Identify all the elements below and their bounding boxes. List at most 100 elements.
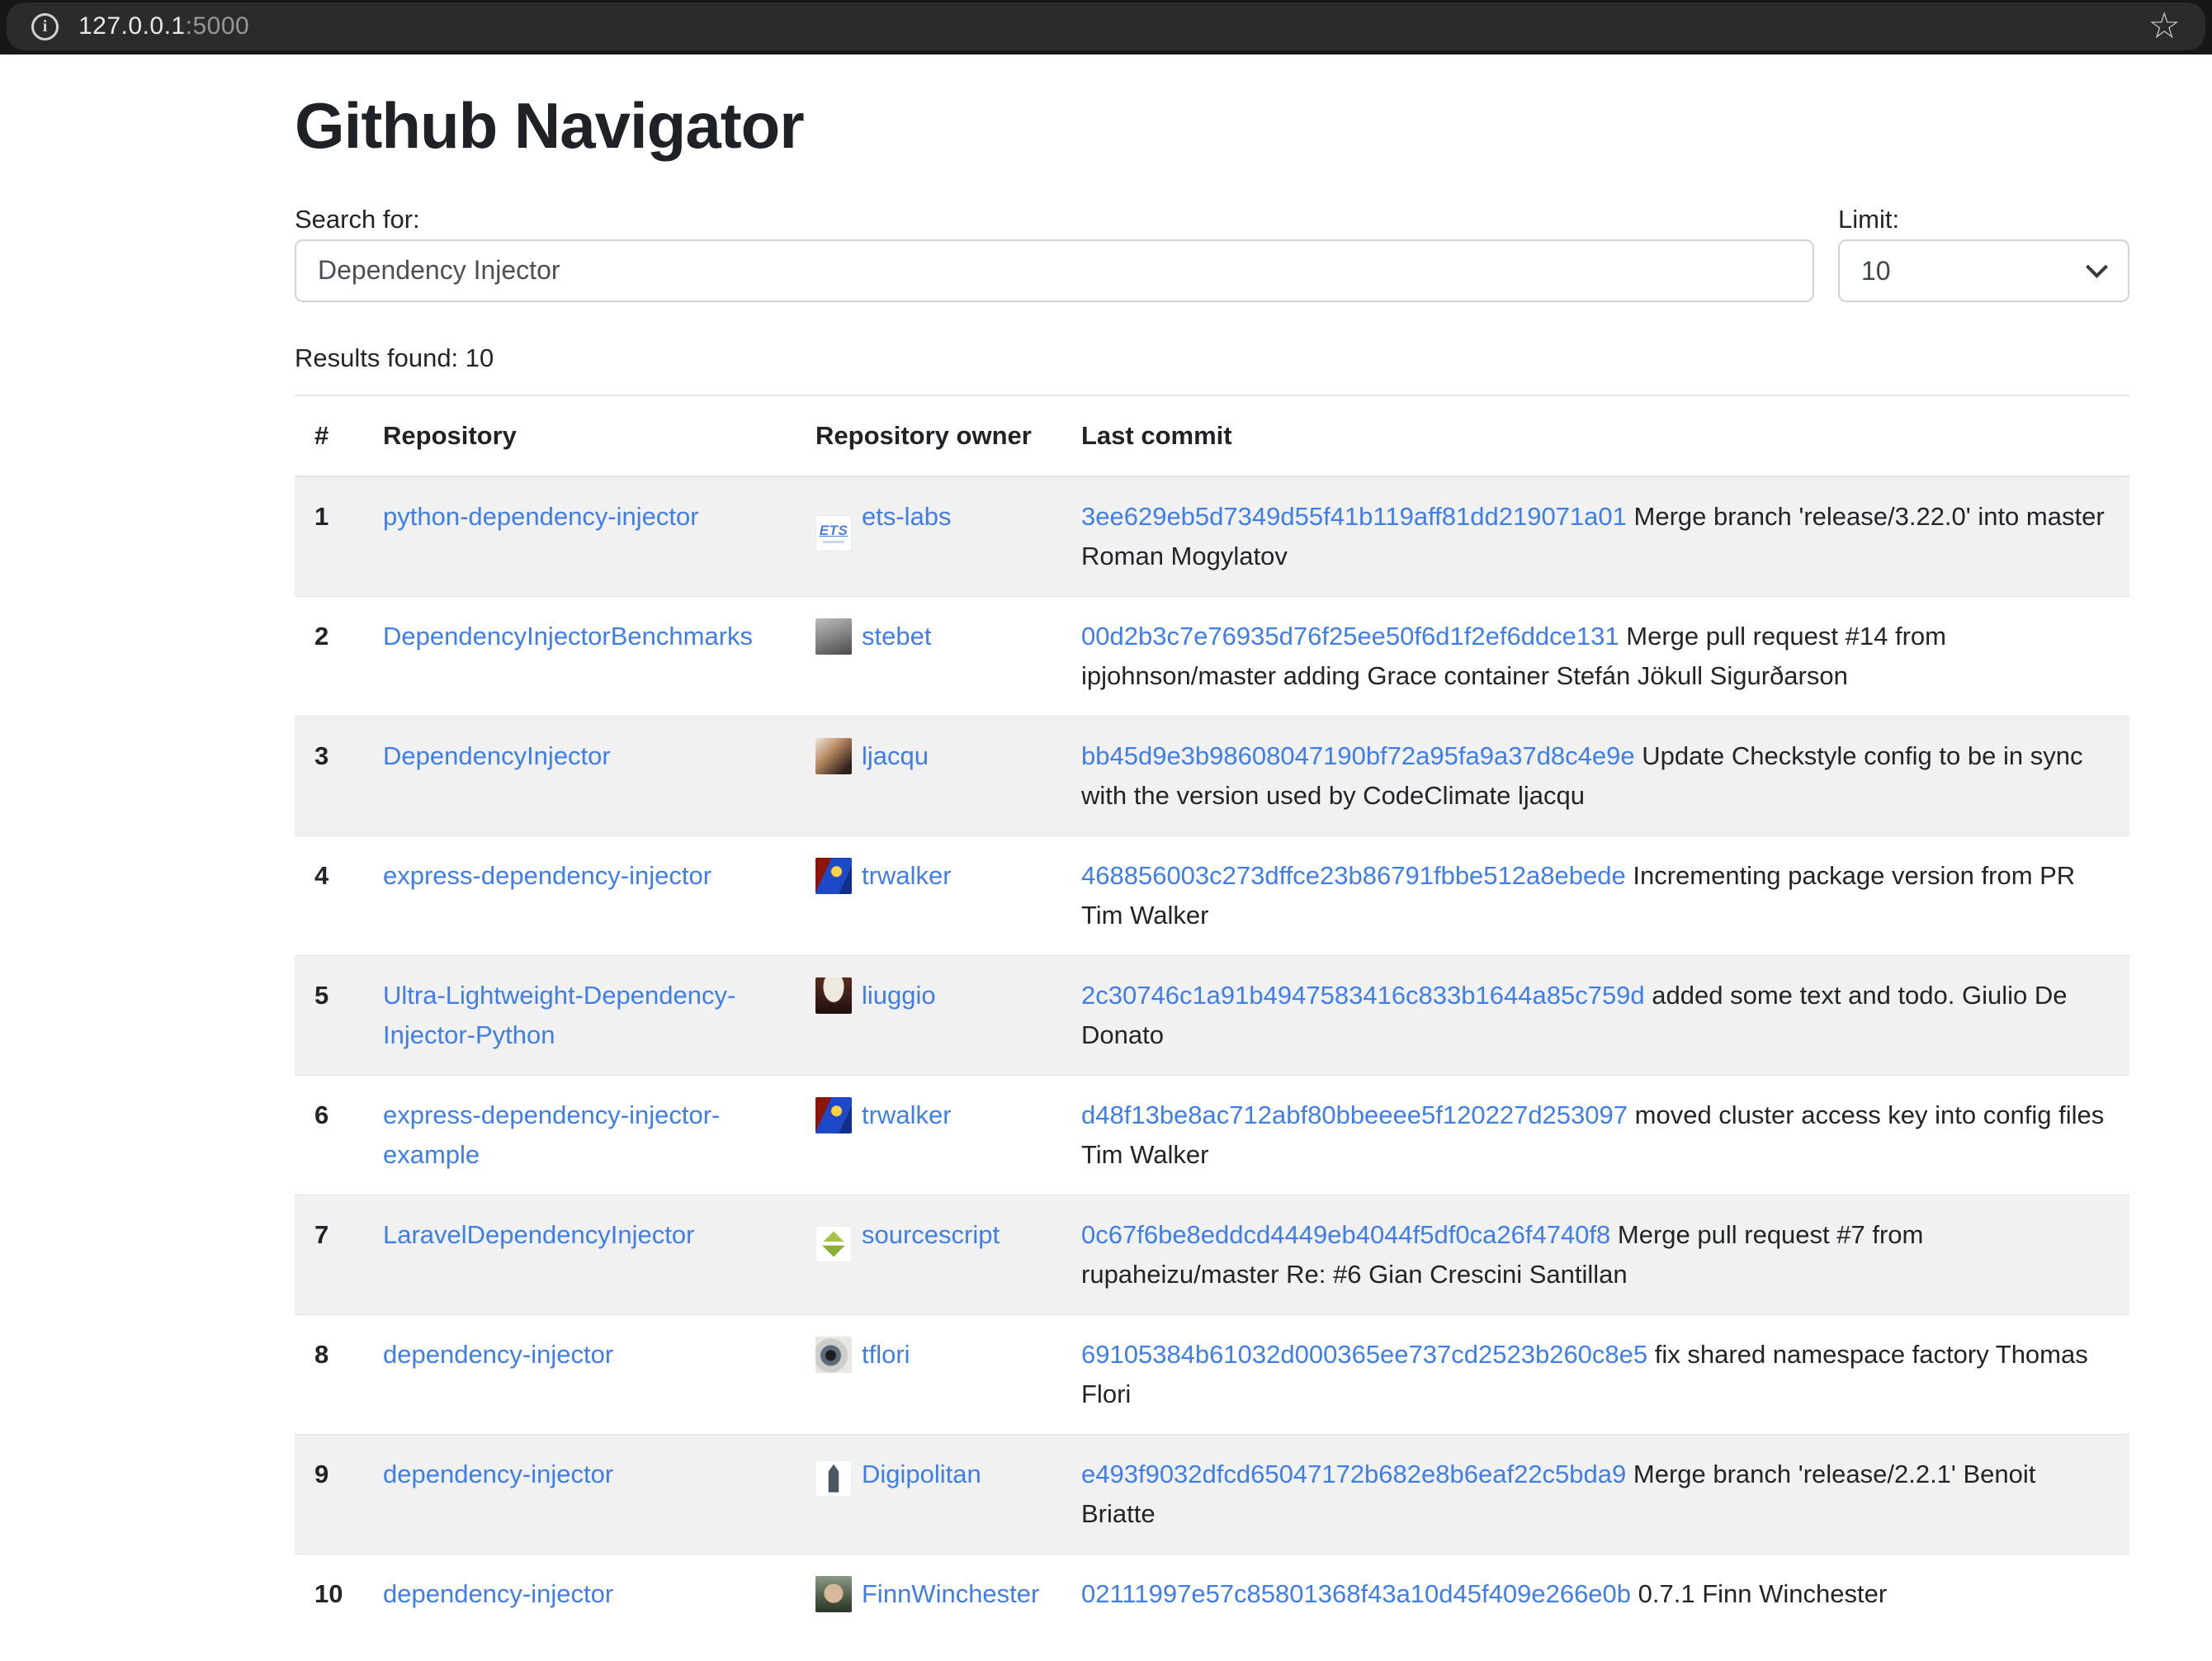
commit-hash-link[interactable]: 2c30746c1a91b4947583416c833b1644a85c759d (1081, 981, 1645, 1010)
owner-avatar: ETS (815, 515, 852, 551)
url-text: 127.0.0.1:5000 (78, 12, 249, 40)
owner-link[interactable]: Digipolitan (862, 1460, 981, 1488)
info-icon[interactable]: i (31, 13, 59, 40)
owner-avatar (815, 1576, 852, 1612)
commit-hash-link[interactable]: bb45d9e3b98608047190bf72a95fa9a37d8c4e9e (1081, 741, 1635, 770)
table-row: 3 DependencyInjector ljacqu bb45d9e3b986… (295, 716, 2129, 835)
row-number: 8 (295, 1314, 363, 1434)
repo-link[interactable]: express-dependency-injector-example (383, 1100, 720, 1169)
owner-avatar (815, 1226, 852, 1262)
owner-cell: sourcescript (796, 1195, 1061, 1314)
address-bar[interactable]: i 127.0.0.1:5000 ☆ (7, 2, 2205, 50)
page: Github Navigator Search for: Limit: 10 R… (0, 88, 2212, 1634)
table-row: 7 LaravelDependencyInjector sourcescript… (295, 1195, 2129, 1314)
commit-cell: 69105384b61032d000365ee737cd2523b260c8e5… (1061, 1314, 2129, 1434)
commit-cell: 00d2b3c7e76935d76f25ee50f6d1f2ef6ddce131… (1061, 596, 2129, 716)
repo-cell: dependency-injector (363, 1554, 796, 1634)
row-number: 9 (295, 1434, 363, 1554)
owner-avatar (815, 1337, 852, 1373)
avatar-label: ETS (820, 523, 848, 537)
limit-select-wrap: 10 (1838, 239, 2129, 302)
row-number: 3 (295, 716, 363, 835)
repo-link[interactable]: DependencyInjectorBenchmarks (383, 622, 753, 651)
owner-cell: trwalker (796, 835, 1061, 955)
repo-link[interactable]: Ultra-Lightweight-Dependency-Injector-Py… (383, 981, 735, 1049)
owner-link[interactable]: trwalker (862, 1100, 952, 1129)
owner-link[interactable]: FinnWinchester (862, 1579, 1039, 1608)
table-row: 8 dependency-injector tflori 69105384b61… (295, 1314, 2129, 1434)
owner-link[interactable]: tflori (862, 1340, 910, 1369)
col-header-owner: Repository owner (796, 395, 1061, 476)
table-row: 9 dependency-injector Digipolitan e493f9… (295, 1434, 2129, 1554)
table-row: 4 express-dependency-injector trwalker 4… (295, 835, 2129, 955)
commit-cell: d48f13be8ac712abf80bbeeee5f120227d253097… (1061, 1075, 2129, 1195)
page-title: Github Navigator (295, 88, 2129, 165)
repo-link[interactable]: DependencyInjector (383, 741, 611, 770)
commit-cell: 0c67f6be8eddcd4449eb4044f5df0ca26f4740f8… (1061, 1195, 2129, 1314)
table-row: 5 Ultra-Lightweight-Dependency-Injector-… (295, 955, 2129, 1075)
row-number: 10 (295, 1554, 363, 1634)
limit-label: Limit: (1838, 200, 2129, 239)
owner-link[interactable]: liuggio (862, 981, 936, 1010)
repo-link[interactable]: LaravelDependencyInjector (383, 1220, 694, 1249)
commit-hash-link[interactable]: 69105384b61032d000365ee737cd2523b260c8e5 (1081, 1340, 1647, 1369)
commit-hash-link[interactable]: 00d2b3c7e76935d76f25ee50f6d1f2ef6ddce131 (1081, 622, 1619, 651)
owner-link[interactable]: trwalker (862, 861, 952, 890)
repo-cell: dependency-injector (363, 1314, 796, 1434)
repo-cell: express-dependency-injector (363, 835, 796, 955)
repo-cell: LaravelDependencyInjector (363, 1195, 796, 1314)
commit-hash-link[interactable]: e493f9032dfcd65047172b682e8b6eaf22c5bda9 (1081, 1460, 1626, 1488)
commit-message: 0.7.1 Finn Winchester (1638, 1579, 1888, 1608)
owner-cell: tflori (796, 1314, 1061, 1434)
table-row: 2 DependencyInjectorBenchmarks stebet 00… (295, 596, 2129, 716)
table-row: 10 dependency-injector FinnWinchester 02… (295, 1554, 2129, 1634)
search-form: Search for: Limit: 10 (295, 200, 2129, 302)
repo-link[interactable]: dependency-injector (383, 1460, 613, 1488)
owner-avatar (815, 977, 852, 1014)
commit-cell: 02111997e57c85801368f43a10d45f409e266e0b… (1061, 1554, 2129, 1634)
row-number: 1 (295, 476, 363, 597)
repo-link[interactable]: express-dependency-injector (383, 861, 711, 890)
table-header-row: # Repository Repository owner Last commi… (295, 395, 2129, 476)
star-icon[interactable]: ☆ (2148, 8, 2181, 45)
owner-avatar (815, 738, 852, 774)
commit-cell: 468856003c273dffce23b86791fbbe512a8ebede… (1061, 835, 2129, 955)
row-number: 5 (295, 955, 363, 1075)
repo-link[interactable]: python-dependency-injector (383, 502, 699, 531)
commit-hash-link[interactable]: 0c67f6be8eddcd4449eb4044f5df0ca26f4740f8 (1081, 1220, 1610, 1249)
commit-cell: e493f9032dfcd65047172b682e8b6eaf22c5bda9… (1061, 1434, 2129, 1554)
repo-link[interactable]: dependency-injector (383, 1579, 613, 1608)
owner-cell: Digipolitan (796, 1434, 1061, 1554)
owner-cell: FinnWinchester (796, 1554, 1061, 1634)
col-header-repository: Repository (363, 395, 796, 476)
owner-link[interactable]: sourcescript (862, 1220, 1000, 1249)
commit-hash-link[interactable]: d48f13be8ac712abf80bbeeee5f120227d253097 (1081, 1100, 1628, 1129)
repo-cell: express-dependency-injector-example (363, 1075, 796, 1195)
commit-cell: 2c30746c1a91b4947583416c833b1644a85c759d… (1061, 955, 2129, 1075)
limit-select[interactable]: 10 (1838, 239, 2129, 302)
repo-cell: dependency-injector (363, 1434, 796, 1554)
owner-cell: stebet (796, 596, 1061, 716)
content: Github Navigator Search for: Limit: 10 R… (295, 88, 2129, 1634)
browser-chrome: i 127.0.0.1:5000 ☆ (0, 0, 2212, 54)
commit-hash-link[interactable]: 3ee629eb5d7349d55f41b119aff81dd219071a01 (1081, 502, 1627, 531)
repo-link[interactable]: dependency-injector (383, 1340, 613, 1369)
row-number: 2 (295, 596, 363, 716)
owner-cell: trwalker (796, 1075, 1061, 1195)
url-host: 127.0.0.1 (78, 12, 186, 40)
commit-hash-link[interactable]: 02111997e57c85801368f43a10d45f409e266e0b (1081, 1579, 1631, 1608)
owner-link[interactable]: ets-labs (862, 502, 952, 531)
table-row: 6 express-dependency-injector-example tr… (295, 1075, 2129, 1195)
owner-cell: ljacqu (796, 716, 1061, 835)
owner-link[interactable]: stebet (862, 622, 931, 651)
owner-cell: ETS ets-labs (796, 476, 1061, 597)
results-summary: Results found: 10 (295, 338, 2129, 378)
search-input[interactable] (295, 239, 1814, 302)
commit-hash-link[interactable]: 468856003c273dffce23b86791fbbe512a8ebede (1081, 861, 1626, 890)
repo-cell: DependencyInjectorBenchmarks (363, 596, 796, 716)
row-number: 4 (295, 835, 363, 955)
owner-link[interactable]: ljacqu (862, 741, 929, 770)
row-number: 7 (295, 1195, 363, 1314)
owner-avatar (815, 618, 852, 655)
limit-field-group: Limit: 10 (1838, 200, 2129, 302)
